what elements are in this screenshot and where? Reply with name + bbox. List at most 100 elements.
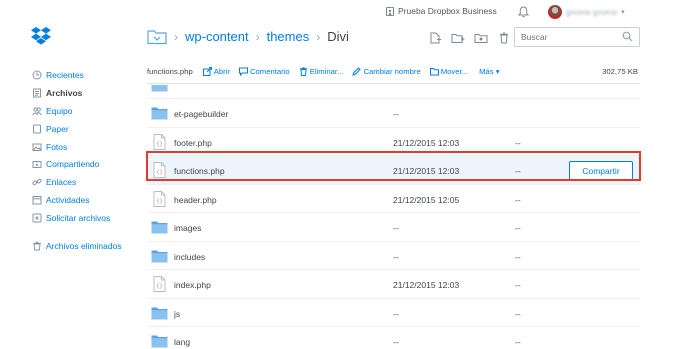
file-modified: 21/12/2015 12:03 [393,137,460,148]
file-size-cell: -- [515,137,521,148]
list-item[interactable]: images -- -- [147,213,640,242]
sidebar-item-label: Actividades [46,195,90,206]
list-item[interactable]: lang -- -- [147,327,640,349]
sidebar-divider [32,227,142,237]
file-modified: -- [393,308,399,319]
file-name[interactable]: images [174,223,201,233]
sidebar-item-fotos[interactable]: Fotos [32,138,142,156]
paper-icon [33,124,41,134]
breadcrumb-item-wp-content[interactable]: wp-content [185,29,249,44]
breadcrumb-current-folder: Divi [327,29,349,44]
folder-icon [151,305,168,321]
sidebar-item-label: Paper [46,123,69,134]
files-icon [33,88,41,98]
php-file-icon: {} [151,276,168,292]
comment-label: Comentario [249,67,290,76]
file-size-cell: -- [515,251,521,262]
business-account-link[interactable]: Prueba Dropbox Business [386,6,497,16]
rename-button[interactable]: Cambiar nombre [352,67,421,76]
new-folder-icon[interactable] [451,32,465,44]
list-item[interactable]: {} footer.php 21/12/2015 12:03 -- [147,128,640,156]
file-name[interactable]: index.php [174,280,211,290]
file-modified: 21/12/2015 12:03 [393,166,460,176]
file-size-cell: -- [515,223,521,233]
business-label: Prueba Dropbox Business [398,6,497,16]
file-name[interactable]: lang [174,337,190,347]
selected-file-name: functions.php [147,67,193,76]
sidebar-item-recientes[interactable]: Recientes [32,66,142,84]
search-icon[interactable] [622,31,633,42]
list-item[interactable]: js -- -- [147,299,640,327]
sidebar-item-solicitar-archivos[interactable]: Solicitar archivos [32,209,142,227]
avatar [548,5,562,19]
folder-icon [151,85,168,93]
sidebar-item-archivos[interactable]: Archivos [32,84,142,102]
list-item[interactable]: includes -- -- [147,242,640,270]
list-item[interactable] [147,85,640,99]
more-actions-dropdown[interactable]: Más ▾ [479,67,500,76]
file-name[interactable]: functions.php [174,166,225,176]
sidebar-item-archivos-eliminados[interactable]: Archivos eliminados [32,237,142,255]
sidebar-item-equipo[interactable]: Equipo [32,102,142,120]
list-item-selected[interactable]: {} functions.php 21/12/2015 12:03 -- Com… [147,156,640,185]
sidebar-item-actividades[interactable]: Actividades [32,191,142,209]
file-modified: 21/12/2015 12:03 [393,280,460,290]
move-icon [429,68,439,76]
sharing-icon [32,161,42,169]
breadcrumb-separator: › [255,29,260,44]
share-button[interactable]: Compartir [569,161,633,180]
folder-icon [151,219,168,235]
file-name[interactable]: header.php [174,195,217,205]
folder-icon [151,105,168,121]
comment-button[interactable]: Comentario [238,67,290,76]
list-item[interactable]: et-pagebuilder -- [147,99,640,128]
file-modified: 21/12/2015 12:05 [393,194,460,205]
file-modified: -- [393,337,399,347]
rename-icon [352,67,362,76]
links-icon [32,179,42,186]
delete-button[interactable]: Eliminar... [299,67,343,76]
upload-file-icon[interactable] [428,32,442,44]
file-modified: -- [393,223,399,233]
file-name[interactable]: et-pagebuilder [174,109,228,119]
file-size-cell: -- [515,308,521,319]
list-item[interactable]: {} header.php 21/12/2015 12:05 -- [147,185,640,213]
open-label: Abrir [213,67,230,76]
breadcrumb-separator: › [316,29,321,44]
list-item[interactable]: {} index.php 21/12/2015 12:03 -- [147,270,640,299]
sidebar-item-paper[interactable]: Paper [32,120,142,138]
sidebar-item-label: Enlaces [46,177,77,188]
sidebar-item-label: Compartiendo [46,159,100,170]
svg-text:{}: {} [156,141,162,147]
user-menu[interactable]: gnome gnome ▾ [548,5,625,19]
trash-icon [299,67,307,76]
file-size-cell: -- [515,166,521,176]
trash-icon[interactable] [497,32,511,44]
sidebar-item-label: Archivos eliminados [46,240,122,251]
shared-folder-icon[interactable] [474,32,488,44]
sidebar-item-compartiendo[interactable]: Compartiendo [32,155,142,173]
file-name[interactable]: footer.php [174,138,212,148]
breadcrumb-separator: › [174,29,178,44]
sidebar-item-label: Archivos [46,87,83,98]
top-bar: Prueba Dropbox Business gnome gnome ▾ [0,0,700,26]
file-name[interactable]: js [174,309,180,319]
file-size-cell: -- [515,280,521,290]
move-label: Mover... [440,67,469,76]
file-name[interactable]: includes [174,252,205,262]
svg-text:{}: {} [156,284,162,290]
sidebar: Recientes Archivos Equipo Paper Fotos Co… [32,66,142,255]
move-button[interactable]: Mover... [429,67,469,76]
team-icon [32,107,42,116]
bell-icon[interactable] [518,6,529,18]
breadcrumb-item-themes[interactable]: themes [267,29,310,44]
sidebar-item-enlaces[interactable]: Enlaces [32,173,142,191]
folder-toolbar [428,32,511,44]
sidebar-item-label: Fotos [46,141,68,152]
rename-label: Cambiar nombre [363,67,421,76]
file-size-cell: -- [515,194,521,205]
folder-dropdown-icon[interactable] [147,28,167,45]
php-file-icon: {} [151,190,168,207]
open-button[interactable]: Abrir [202,67,230,76]
dropbox-logo[interactable] [30,25,52,47]
